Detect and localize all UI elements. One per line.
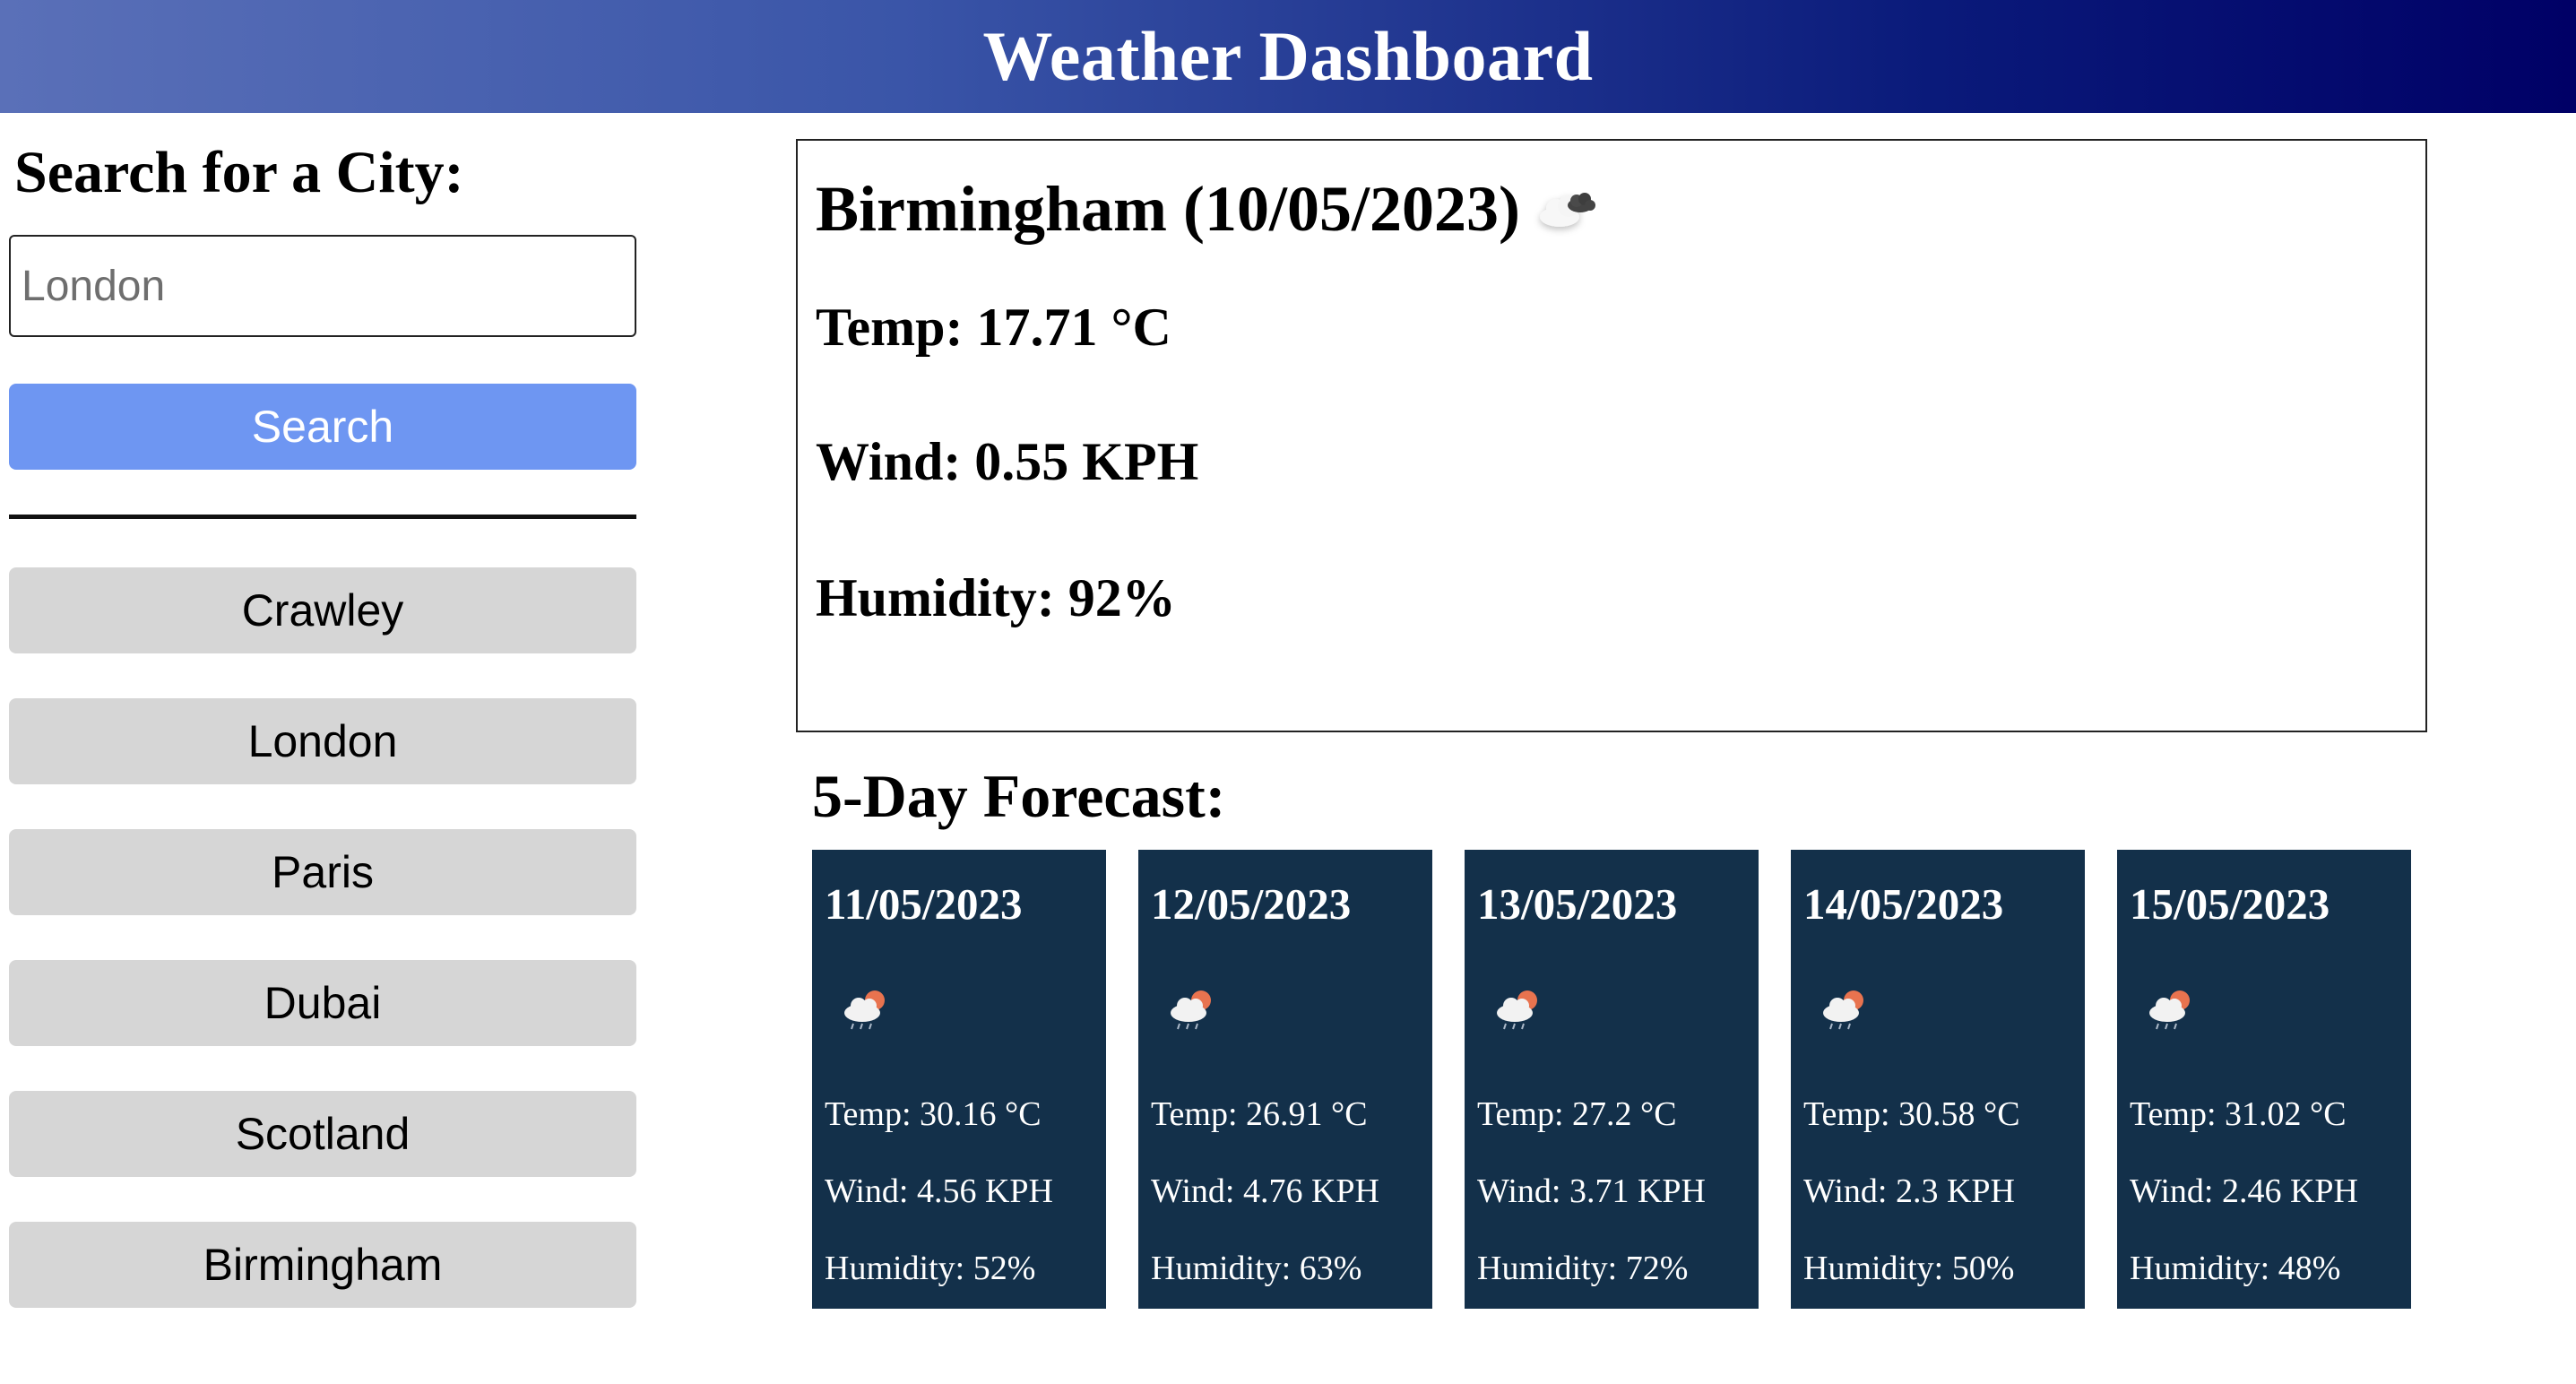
current-weather-title: Birmingham (10/05/2023)	[816, 177, 2407, 241]
sidebar: Search for a City: Search Crawley London…	[9, 143, 636, 1353]
forecast-date: 11/05/2023	[825, 879, 1023, 929]
current-city-date: Birmingham (10/05/2023)	[816, 173, 1520, 245]
cloud-icon	[1540, 193, 1595, 227]
rain-sun-icon	[2149, 990, 2190, 1030]
sidebar-divider	[9, 515, 636, 519]
forecast-wind: Wind: 2.3 KPH	[1803, 1172, 2015, 1210]
forecast-humidity: Humidity: 50%	[1803, 1250, 2015, 1287]
history-button-london[interactable]: London	[9, 698, 636, 784]
history-button-birmingham[interactable]: Birmingham	[9, 1222, 636, 1308]
forecast-card: 14/05/2023 Temp: 30.58 °C Wind: 2.3 KPH …	[1791, 850, 2085, 1309]
forecast-temp: Temp: 31.02 °C	[2130, 1095, 2347, 1133]
forecast-card: 13/05/2023 Temp: 27.2 °C Wind: 3.71 KPH …	[1465, 850, 1759, 1309]
forecast-title: 5-Day Forecast:	[812, 762, 1226, 830]
history-button-scotland[interactable]: Scotland	[9, 1091, 636, 1177]
current-weather-panel: Birmingham (10/05/2023) Temp: 17.71 °C W…	[796, 139, 2427, 732]
history-button-crawley[interactable]: Crawley	[9, 567, 636, 653]
search-heading: Search for a City:	[14, 140, 464, 205]
forecast-humidity: Humidity: 48%	[2130, 1250, 2341, 1287]
forecast-card: 12/05/2023 Temp: 26.91 °C Wind: 4.76 KPH…	[1138, 850, 1432, 1309]
forecast-humidity: Humidity: 63%	[1151, 1250, 1362, 1287]
rain-sun-icon	[844, 990, 885, 1030]
app-title: Weather Dashboard	[982, 17, 1594, 95]
forecast-wind: Wind: 4.76 KPH	[1151, 1172, 1379, 1210]
search-history-list: Crawley London Paris Dubai Scotland Birm…	[9, 567, 636, 1308]
forecast-wind: Wind: 4.56 KPH	[825, 1172, 1053, 1210]
current-wind: Wind: 0.55 KPH	[816, 432, 1199, 491]
rain-sun-icon	[1171, 990, 1211, 1030]
forecast-cards: 11/05/2023 Temp: 30.16 °C Wind: 4.56 KPH…	[812, 850, 2411, 1309]
current-humidity: Humidity: 92%	[816, 568, 1176, 627]
forecast-wind: Wind: 3.71 KPH	[1477, 1172, 1706, 1210]
forecast-humidity: Humidity: 72%	[1477, 1250, 1689, 1287]
history-button-dubai[interactable]: Dubai	[9, 960, 636, 1046]
forecast-card: 15/05/2023 Temp: 31.02 °C Wind: 2.46 KPH…	[2117, 850, 2411, 1309]
forecast-temp: Temp: 30.16 °C	[825, 1095, 1042, 1133]
city-search-input[interactable]	[9, 235, 636, 337]
forecast-date: 12/05/2023	[1151, 879, 1352, 929]
current-temp: Temp: 17.71 °C	[816, 298, 1171, 357]
forecast-date: 14/05/2023	[1803, 879, 2004, 929]
app-header: Weather Dashboard	[0, 0, 2576, 113]
forecast-temp: Temp: 26.91 °C	[1151, 1095, 1368, 1133]
rain-sun-icon	[1497, 990, 1537, 1030]
history-button-paris[interactable]: Paris	[9, 829, 636, 915]
forecast-card: 11/05/2023 Temp: 30.16 °C Wind: 4.56 KPH…	[812, 850, 1106, 1309]
rain-sun-icon	[1823, 990, 1863, 1030]
forecast-temp: Temp: 27.2 °C	[1477, 1095, 1677, 1133]
forecast-humidity: Humidity: 52%	[825, 1250, 1036, 1287]
search-button[interactable]: Search	[9, 384, 636, 470]
forecast-temp: Temp: 30.58 °C	[1803, 1095, 2020, 1133]
forecast-date: 13/05/2023	[1477, 879, 1678, 929]
forecast-date: 15/05/2023	[2130, 879, 2330, 929]
forecast-wind: Wind: 2.46 KPH	[2130, 1172, 2358, 1210]
